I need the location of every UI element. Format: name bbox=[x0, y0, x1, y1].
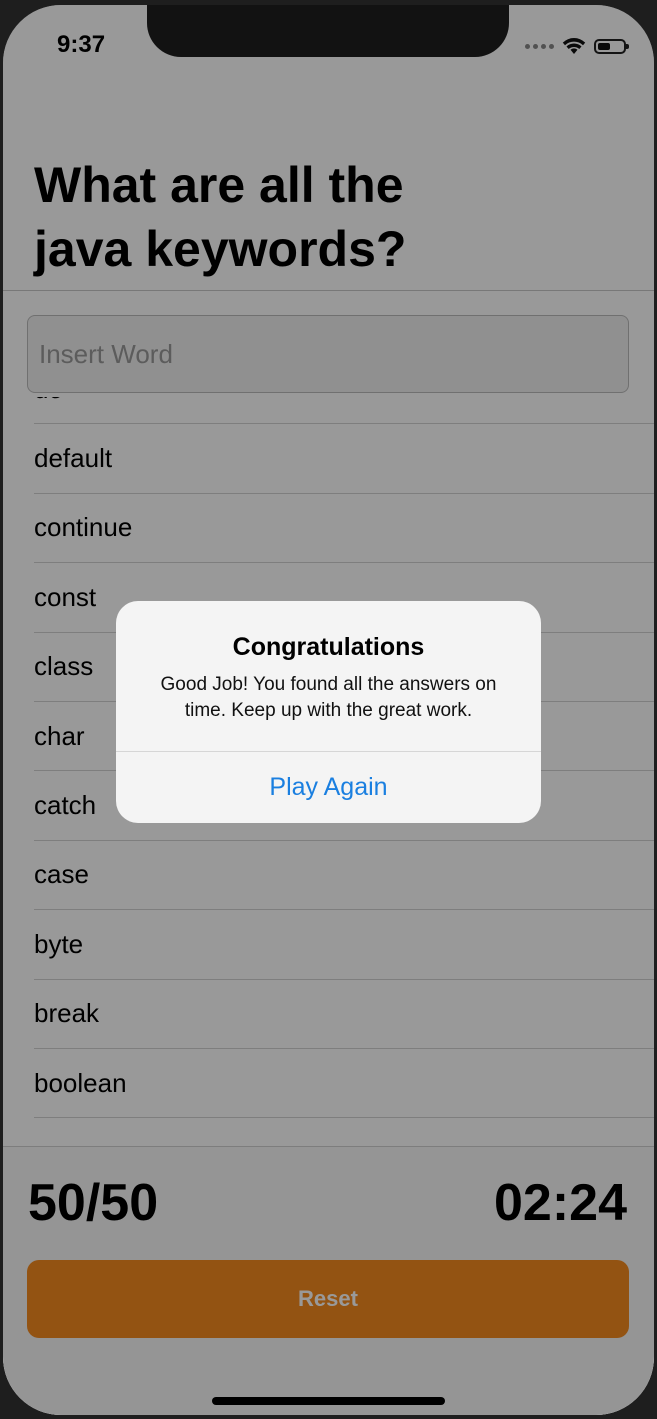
home-indicator[interactable] bbox=[212, 1397, 445, 1405]
congratulations-alert: Congratulations Good Job! You found all … bbox=[116, 601, 541, 823]
phone-screen: 9:37 What are all the java keywords? dod… bbox=[3, 5, 654, 1415]
alert-title: Congratulations bbox=[232, 633, 425, 661]
alert-message: Good Job! You found all the answers on t… bbox=[160, 674, 497, 721]
play-again-button[interactable]: Play Again bbox=[116, 752, 541, 823]
